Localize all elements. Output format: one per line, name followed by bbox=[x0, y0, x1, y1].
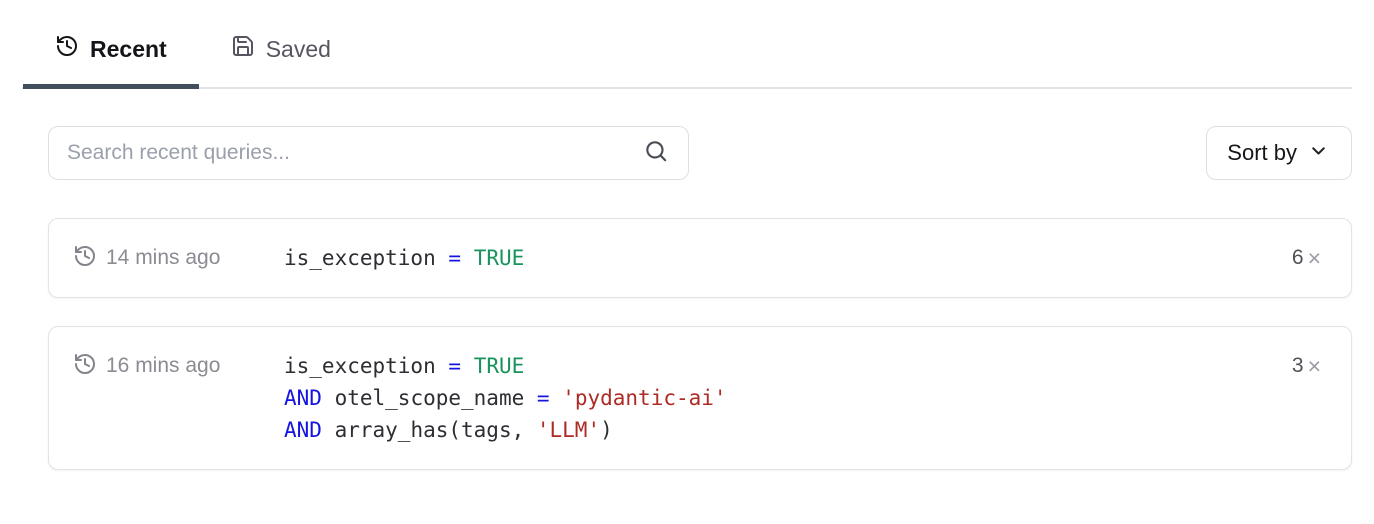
query-meta: 16 mins ago bbox=[73, 350, 284, 382]
recent-queries-panel: Recent Saved bbox=[0, 0, 1374, 470]
search-box[interactable] bbox=[48, 126, 689, 180]
query-meta: 14 mins ago bbox=[73, 242, 284, 274]
tab-saved[interactable]: Saved bbox=[199, 34, 363, 87]
recent-queries-content: Sort by 14 mins ago bbox=[22, 126, 1352, 470]
sort-by-label: Sort by bbox=[1227, 140, 1297, 166]
query-timestamp: 14 mins ago bbox=[106, 246, 220, 270]
search-icon bbox=[643, 138, 669, 169]
query-run-count-number: 6 bbox=[1292, 246, 1304, 270]
sort-by-button[interactable]: Sort by bbox=[1206, 126, 1352, 180]
query-card[interactable]: 16 mins ago is_exception = TRUEAND otel_… bbox=[48, 326, 1352, 470]
history-icon bbox=[73, 352, 97, 381]
tab-recent-label: Recent bbox=[90, 36, 167, 63]
query-code: is_exception = TRUE bbox=[284, 242, 524, 274]
query-timestamp: 16 mins ago bbox=[106, 354, 220, 378]
tab-bar: Recent Saved bbox=[22, 0, 1352, 89]
query-run-count: 3 × bbox=[1292, 350, 1321, 382]
search-input[interactable] bbox=[67, 141, 643, 165]
times-icon: × bbox=[1308, 355, 1321, 378]
query-code: is_exception = TRUEAND otel_scope_name =… bbox=[284, 350, 727, 446]
times-icon: × bbox=[1308, 247, 1321, 270]
save-icon bbox=[231, 34, 255, 64]
history-icon bbox=[55, 34, 79, 64]
tab-saved-label: Saved bbox=[266, 36, 331, 63]
chevron-down-icon bbox=[1308, 140, 1329, 167]
history-icon bbox=[73, 244, 97, 273]
query-card[interactable]: 14 mins ago is_exception = TRUE 6 × bbox=[48, 218, 1352, 298]
query-run-count-number: 3 bbox=[1292, 354, 1304, 378]
toolbar-row: Sort by bbox=[48, 126, 1352, 180]
tab-recent[interactable]: Recent bbox=[23, 34, 199, 87]
query-run-count: 6 × bbox=[1292, 242, 1321, 274]
